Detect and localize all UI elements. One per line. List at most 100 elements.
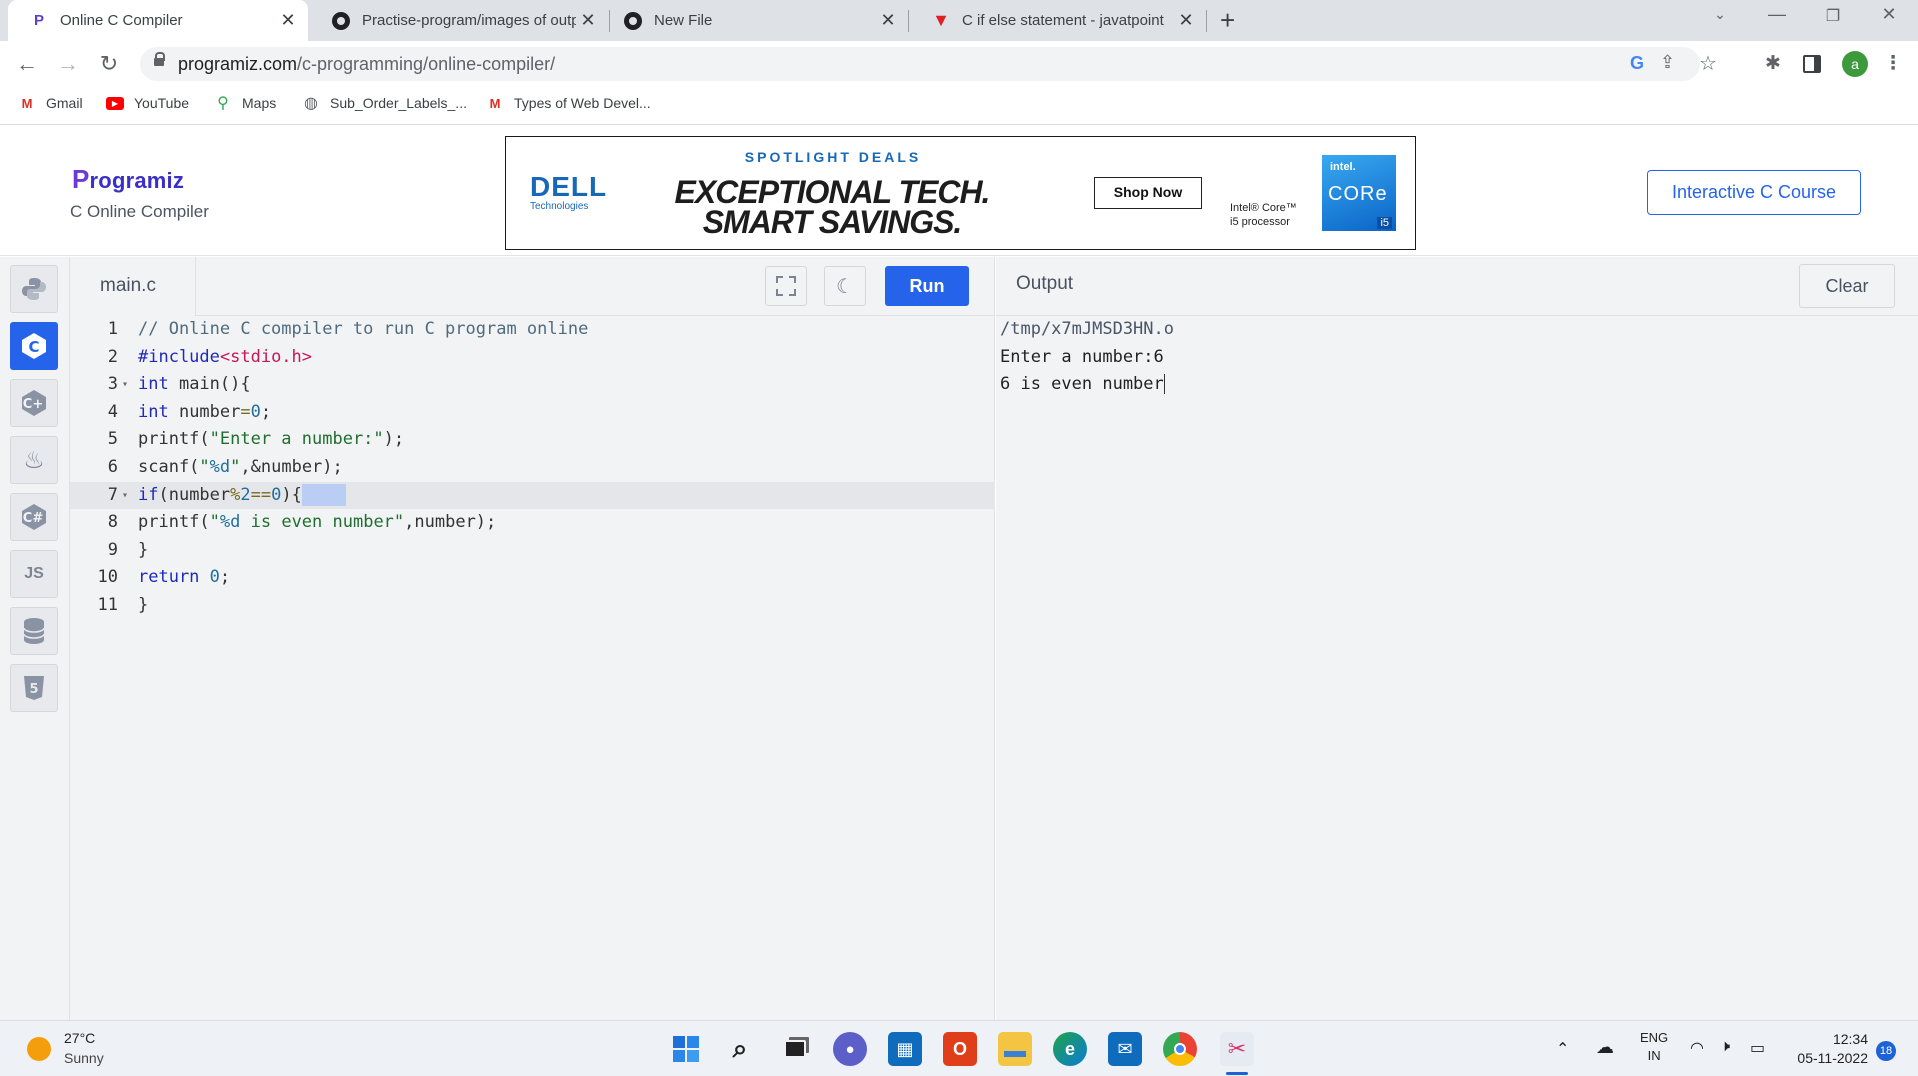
notification-badge[interactable]: 18: [1876, 1041, 1896, 1061]
output-label: Output: [1016, 273, 1074, 294]
chrome-menu-icon[interactable]: ⋮: [1880, 52, 1906, 75]
moon-icon: ☾: [836, 275, 854, 298]
code-line[interactable]: 7 ▾ if(number%2==0){: [70, 481, 995, 510]
tab-online-c-compiler[interactable]: P Online C Compiler ✕: [8, 0, 308, 41]
close-tab-icon[interactable]: ✕: [276, 10, 300, 31]
sql-language-icon[interactable]: [10, 607, 58, 655]
code-line[interactable]: 1 // Online C compiler to run C program o…: [70, 316, 995, 344]
snipping-tool-icon[interactable]: ✂: [1220, 1032, 1254, 1066]
bookmark-label: Gmail: [46, 95, 83, 111]
interactive-c-course-button[interactable]: Interactive C Course: [1647, 170, 1861, 215]
search-icon[interactable]: ⌕: [723, 1032, 757, 1066]
code-line[interactable]: 2 #include<stdio.h>: [70, 344, 995, 372]
restore-icon[interactable]: ❐: [1813, 6, 1853, 26]
reload-icon[interactable]: ↻: [96, 51, 122, 77]
bookmark-sub-order-labels[interactable]: ◍ Sub_Order_Labels_...: [302, 95, 467, 112]
google-translate-icon[interactable]: G: [1630, 53, 1644, 74]
fullscreen-button[interactable]: [765, 266, 807, 306]
tab-javatpoint[interactable]: ▼ C if else statement - javatpoint ✕: [910, 0, 1206, 41]
tab-new-file[interactable]: New File ✕: [610, 0, 908, 41]
code-line[interactable]: 5 printf("Enter a number:");: [70, 426, 995, 454]
address-bar[interactable]: programiz.com/c-programming/online-compi…: [140, 47, 1717, 81]
close-tab-icon[interactable]: ✕: [576, 10, 600, 31]
output-pane: Output Clear /tmp/x7mJMSD3HN.o Enter a n…: [996, 257, 1918, 1020]
close-tab-icon[interactable]: ✕: [1174, 10, 1198, 31]
weather-temperature: 27°C: [64, 1030, 96, 1046]
start-button[interactable]: [669, 1032, 703, 1066]
bookmark-youtube[interactable]: ▶ YouTube: [106, 95, 189, 111]
bookmark-types-of-web-devel[interactable]: M Types of Web Devel...: [486, 95, 651, 111]
profile-avatar[interactable]: a: [1842, 51, 1868, 77]
code-line[interactable]: 3 ▾ int main(){: [70, 371, 995, 399]
mail-icon[interactable]: ✉: [1108, 1032, 1142, 1066]
tab-search-icon[interactable]: ⌄: [1700, 6, 1740, 23]
fold-arrow-icon[interactable]: ▾: [122, 371, 128, 399]
code-line[interactable]: 6 scanf("%d",&number);: [70, 454, 995, 482]
cpp-language-icon[interactable]: C+: [10, 379, 58, 427]
url-domain: programiz.com: [178, 54, 298, 74]
line-number: 4: [107, 401, 118, 422]
volume-muted-icon[interactable]: 🕨: [1720, 1038, 1730, 1056]
forward-icon[interactable]: →: [55, 51, 81, 77]
shop-now-button[interactable]: Shop Now: [1094, 177, 1202, 209]
file-explorer-icon[interactable]: [998, 1032, 1032, 1066]
code-text: scanf("%d",&number);: [138, 456, 343, 477]
minimize-icon[interactable]: —: [1757, 4, 1797, 25]
code-line[interactable]: 8 printf("%d is even number",number);: [70, 509, 995, 537]
line-number: 6: [107, 456, 118, 477]
intel-badge-brand: intel.: [1330, 161, 1356, 173]
html-language-icon[interactable]: 5: [10, 664, 58, 712]
extensions-icon[interactable]: ✱: [1760, 52, 1786, 75]
close-tab-icon[interactable]: ✕: [876, 10, 900, 31]
clear-button[interactable]: Clear: [1799, 264, 1895, 308]
code-line[interactable]: 4 int number=0;: [70, 399, 995, 427]
task-view-icon[interactable]: [778, 1032, 812, 1066]
file-tab-main-c[interactable]: main.c: [70, 257, 196, 316]
new-tab-icon[interactable]: +: [1220, 5, 1235, 36]
java-language-icon[interactable]: ♨: [10, 436, 58, 484]
output-console[interactable]: /tmp/x7mJMSD3HN.o Enter a number:6 6 is …: [1000, 316, 1174, 399]
teams-chat-icon[interactable]: ●: [833, 1032, 867, 1066]
windows-taskbar: 27°C Sunny ⌕ ● ▦ O e ✉ ✂ ⌃ ☁ ENG IN ◠ 🕨 …: [0, 1020, 1918, 1076]
show-hidden-icons-icon[interactable]: ⌃: [1556, 1039, 1569, 1059]
run-button[interactable]: Run: [885, 266, 969, 306]
programiz-logo[interactable]: Programiz: [72, 164, 184, 195]
code-line[interactable]: 11}: [70, 592, 995, 620]
side-panel-icon[interactable]: [1803, 55, 1821, 73]
code-area[interactable]: 1 // Online C compiler to run C program o…: [70, 316, 995, 620]
code-text: int main(){: [138, 374, 251, 395]
line-number: 3: [107, 374, 118, 395]
csharp-language-icon[interactable]: C#: [10, 493, 58, 541]
chrome-icon[interactable]: [1163, 1032, 1197, 1066]
region-code: IN: [1647, 1048, 1661, 1063]
code-text: printf("%d is even number",number);: [138, 512, 497, 533]
tab-practise-program[interactable]: Practise-program/images of outp ✕: [310, 0, 608, 41]
code-text: // Online C compiler to run C program on…: [138, 319, 589, 339]
code-line[interactable]: 10 return 0;: [70, 564, 995, 592]
line-number: 5: [107, 429, 118, 450]
python-language-icon[interactable]: [10, 265, 58, 313]
office-icon[interactable]: O: [943, 1032, 977, 1066]
language-code: ENG: [1640, 1030, 1669, 1045]
onedrive-cloud-icon[interactable]: ☁: [1596, 1037, 1614, 1058]
close-window-icon[interactable]: ✕: [1869, 4, 1909, 25]
fold-arrow-icon[interactable]: ▾: [122, 482, 128, 510]
back-icon[interactable]: ←: [14, 51, 40, 77]
edge-icon[interactable]: e: [1053, 1032, 1087, 1066]
microsoft-store-icon[interactable]: ▦: [888, 1032, 922, 1066]
dark-mode-button[interactable]: ☾: [824, 266, 866, 306]
wifi-icon[interactable]: ◠: [1690, 1038, 1704, 1058]
bookmark-star-icon[interactable]: ☆: [1699, 51, 1717, 76]
share-icon[interactable]: ⇪: [1660, 52, 1675, 73]
c-language-icon[interactable]: C: [10, 322, 58, 370]
javascript-language-icon[interactable]: JS: [10, 550, 58, 598]
bookmark-maps[interactable]: ⚲ Maps: [214, 95, 276, 112]
code-text: printf("Enter a number:");: [138, 429, 405, 450]
input-language[interactable]: ENG IN: [1640, 1029, 1668, 1065]
clock[interactable]: 12:34 05-11-2022: [1788, 1030, 1868, 1068]
intel-core-badge: intel. CORe i5: [1322, 155, 1396, 231]
code-line[interactable]: 9}: [70, 537, 995, 565]
advertisement-banner[interactable]: SPOTLIGHT DEALS DELL Technologies EXCEPT…: [505, 136, 1416, 250]
bookmark-gmail[interactable]: M Gmail: [18, 95, 83, 111]
battery-icon[interactable]: ▭: [1750, 1038, 1765, 1058]
